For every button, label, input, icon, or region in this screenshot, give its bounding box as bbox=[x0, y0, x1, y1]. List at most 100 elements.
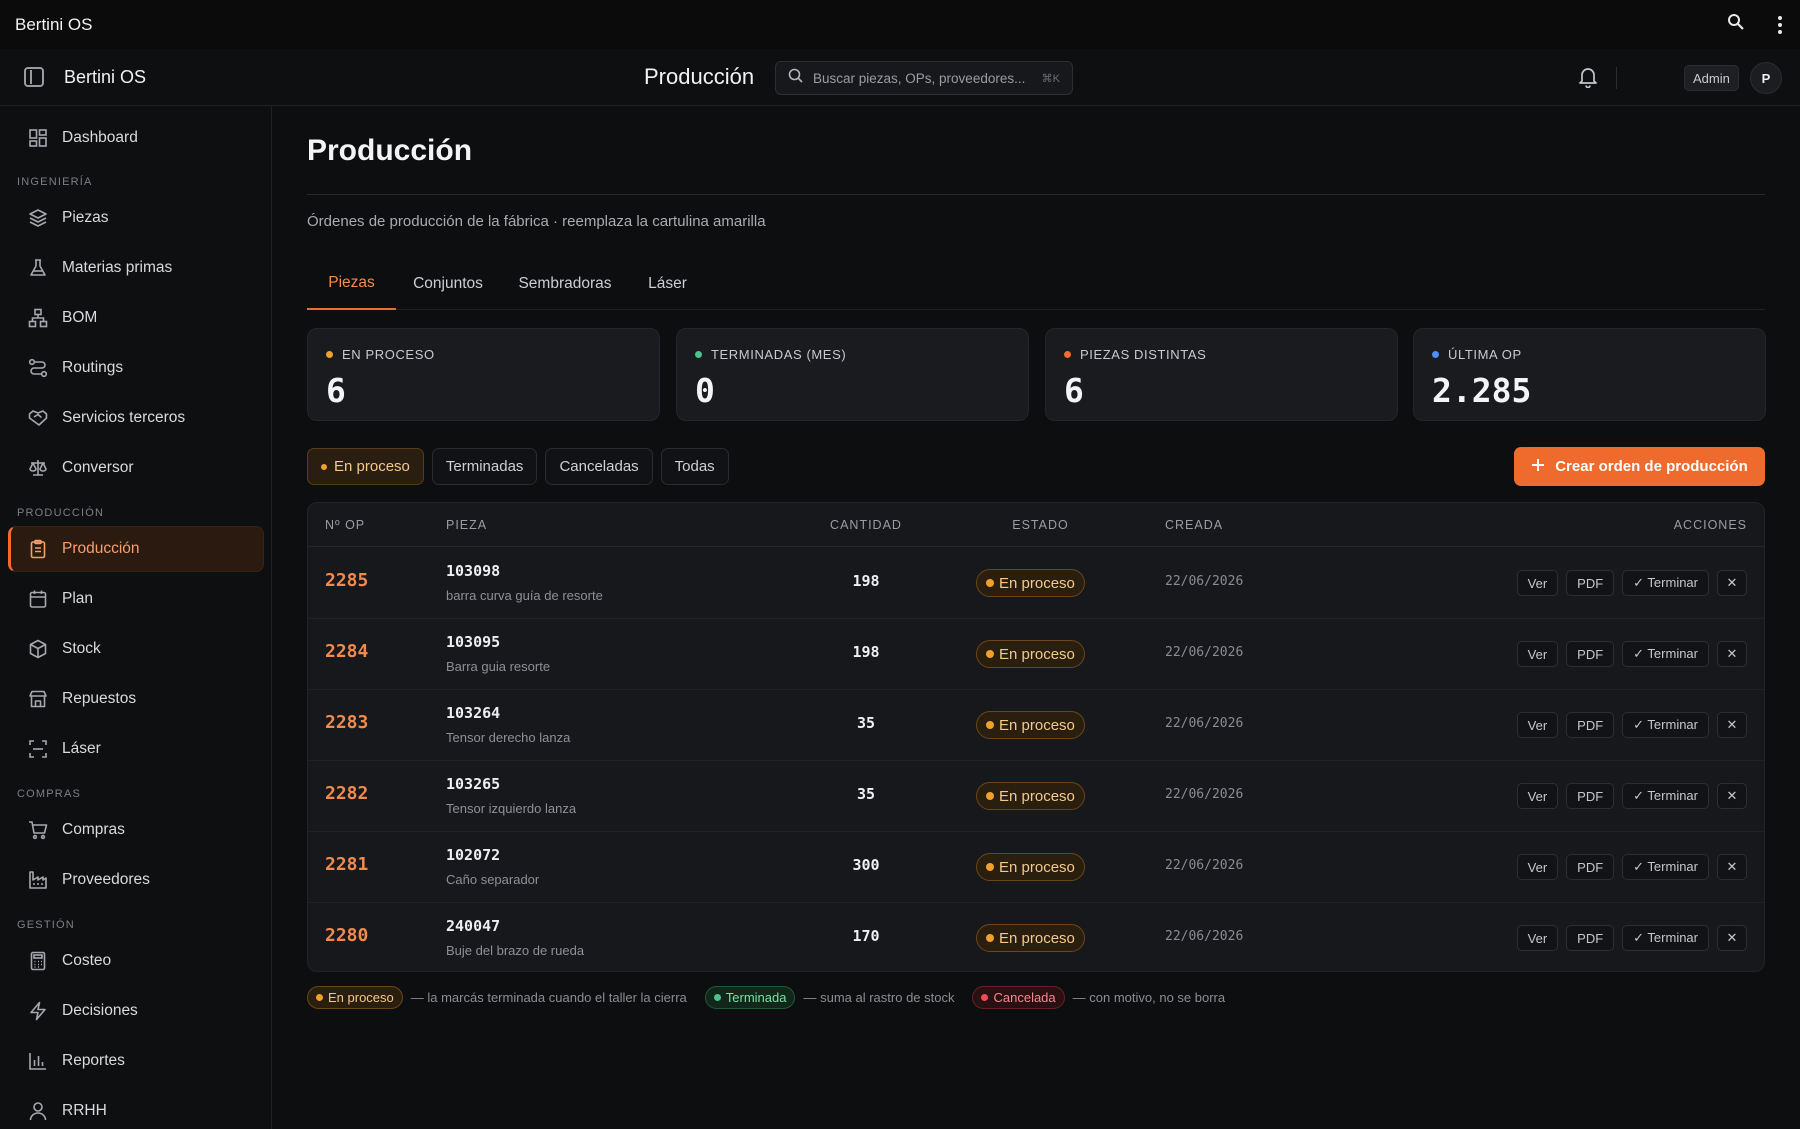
sidebar-item-rrhh[interactable]: RRHH bbox=[8, 1088, 264, 1129]
search-input[interactable] bbox=[813, 70, 1042, 86]
table-row[interactable]: 2285 103098 barra curva guía de resorte 198… bbox=[308, 548, 1764, 619]
sidebar-item-dashboard[interactable]: Dashboard bbox=[8, 115, 264, 161]
view-button[interactable]: Ver bbox=[1516, 783, 1559, 809]
piece-name: barra curva guía de resorte bbox=[446, 588, 603, 603]
pdf-button[interactable]: PDF bbox=[1566, 570, 1615, 596]
col-cantidad: CANTIDAD bbox=[830, 518, 902, 532]
view-button[interactable]: Ver bbox=[1516, 854, 1559, 880]
pdf-button[interactable]: PDF bbox=[1566, 783, 1615, 809]
page-title: Producción bbox=[307, 134, 473, 167]
search-box[interactable]: ⌘K bbox=[775, 61, 1073, 95]
sidebar-item-costeo[interactable]: Costeo bbox=[8, 938, 264, 984]
sidebar-item-bom[interactable]: BOM bbox=[8, 295, 264, 341]
piece-name: Barra guia resorte bbox=[446, 659, 551, 674]
cancel-order-button[interactable]: ✕ bbox=[1717, 712, 1747, 738]
cancel-order-button[interactable]: ✕ bbox=[1717, 641, 1747, 667]
sidebar-item-laser[interactable]: Láser bbox=[8, 726, 264, 772]
legend-text: — con motivo, no se borra bbox=[1072, 990, 1226, 1005]
sidebar-item-reportes[interactable]: Reportes bbox=[8, 1038, 264, 1084]
status-dot bbox=[981, 994, 989, 1001]
sidebar-toggle-icon[interactable] bbox=[24, 67, 44, 87]
sidebar-item-label: Producción bbox=[62, 540, 140, 557]
op-number[interactable]: 2280 bbox=[325, 925, 368, 946]
filter-terminadas[interactable]: Terminadas bbox=[431, 448, 538, 485]
piece-code: 102072 bbox=[446, 846, 501, 864]
finish-button[interactable]: ✓ Terminar bbox=[1622, 712, 1709, 738]
sidebar-item-repuestos[interactable]: Repuestos bbox=[8, 676, 264, 722]
piece-code: 103265 bbox=[446, 775, 501, 793]
table-row[interactable]: 2280 240047 Buje del brazo de rueda 170 En p… bbox=[308, 903, 1764, 971]
view-button[interactable]: Ver bbox=[1516, 641, 1559, 667]
finish-button[interactable]: ✓ Terminar bbox=[1622, 641, 1709, 667]
status-label: En proceso bbox=[999, 787, 1075, 805]
create-order-label: Crear orden de producción bbox=[1555, 458, 1748, 475]
row-actions: Ver PDF ✓ Terminar ✕ bbox=[1516, 712, 1747, 738]
role-badge: Admin bbox=[1684, 65, 1739, 91]
stat-card-en-proceso: EN PROCESO 6 bbox=[307, 328, 660, 421]
section-title-ingenieria: INGENIERÍA bbox=[17, 176, 93, 188]
handshake-icon bbox=[28, 408, 48, 428]
created-date: 22/06/2026 bbox=[1165, 858, 1244, 873]
col-estado: ESTADO bbox=[1012, 518, 1069, 532]
sidebar-item-materias-primas[interactable]: Materias primas bbox=[8, 245, 264, 291]
sidebar-item-plan[interactable]: Plan bbox=[8, 576, 264, 622]
sidebar-item-routings[interactable]: Routings bbox=[8, 345, 264, 391]
pdf-button[interactable]: PDF bbox=[1566, 641, 1615, 667]
op-number[interactable]: 2283 bbox=[325, 712, 368, 733]
view-button[interactable]: Ver bbox=[1516, 570, 1559, 596]
finish-button[interactable]: ✓ Terminar bbox=[1622, 570, 1709, 596]
sidebar-item-label: Decisiones bbox=[62, 1002, 138, 1019]
create-order-button[interactable]: Crear orden de producción bbox=[1514, 447, 1765, 486]
finish-button[interactable]: ✓ Terminar bbox=[1622, 783, 1709, 809]
filter-todas[interactable]: Todas bbox=[660, 448, 729, 485]
zoom-icon[interactable] bbox=[1727, 13, 1745, 36]
tab-laser[interactable]: Láser bbox=[630, 258, 705, 310]
table-row[interactable]: 2283 103264 Tensor derecho lanza 35 En proce… bbox=[308, 690, 1764, 761]
status-dot bbox=[986, 579, 994, 587]
stat-value: 0 bbox=[695, 371, 715, 410]
app-brand: Bertini OS bbox=[64, 67, 147, 87]
bell-icon[interactable] bbox=[1578, 66, 1598, 93]
sidebar-item-proveedores[interactable]: Proveedores bbox=[8, 857, 264, 903]
op-number[interactable]: 2281 bbox=[325, 854, 368, 875]
op-number[interactable]: 2285 bbox=[325, 570, 368, 591]
table-row[interactable]: 2284 103095 Barra guia resorte 198 En proces… bbox=[308, 619, 1764, 690]
tab-piezas[interactable]: Piezas bbox=[307, 258, 396, 310]
cancel-order-button[interactable]: ✕ bbox=[1717, 925, 1747, 951]
tab-sembradoras[interactable]: Sembradoras bbox=[500, 258, 630, 310]
table-row[interactable]: 2282 103265 Tensor izquierdo lanza 35 En pro… bbox=[308, 761, 1764, 832]
sidebar-item-decisiones[interactable]: Decisiones bbox=[8, 988, 264, 1034]
cancel-order-button[interactable]: ✕ bbox=[1717, 854, 1747, 880]
op-number[interactable]: 2284 bbox=[325, 641, 368, 662]
sidebar-item-compras[interactable]: Compras bbox=[8, 807, 264, 853]
finish-button[interactable]: ✓ Terminar bbox=[1622, 854, 1709, 880]
sidebar-item-label: Costeo bbox=[62, 952, 112, 969]
status-badge: En proceso bbox=[976, 924, 1085, 952]
filter-canceladas[interactable]: Canceladas bbox=[545, 448, 653, 485]
view-button[interactable]: Ver bbox=[1516, 925, 1559, 951]
filter-en-proceso[interactable]: En proceso bbox=[307, 448, 424, 485]
hierarchy-icon bbox=[28, 308, 48, 328]
pdf-button[interactable]: PDF bbox=[1566, 712, 1615, 738]
sidebar-item-servicios-terceros[interactable]: Servicios terceros bbox=[8, 395, 264, 441]
sidebar-item-piezas[interactable]: Piezas bbox=[8, 195, 264, 241]
sidebar-item-stock[interactable]: Stock bbox=[8, 626, 264, 672]
cancel-order-button[interactable]: ✕ bbox=[1717, 783, 1747, 809]
more-menu-icon[interactable] bbox=[1775, 15, 1785, 34]
sidebar-item-produccion[interactable]: Producción bbox=[8, 526, 264, 572]
status-dot bbox=[1064, 351, 1071, 358]
pdf-button[interactable]: PDF bbox=[1566, 854, 1615, 880]
cancel-order-button[interactable]: ✕ bbox=[1717, 570, 1747, 596]
table-row[interactable]: 2281 102072 Caño separador 300 En proceso 22/… bbox=[308, 832, 1764, 903]
pdf-button[interactable]: PDF bbox=[1566, 925, 1615, 951]
tab-conjuntos[interactable]: Conjuntos bbox=[396, 258, 500, 310]
stat-label: TERMINADAS (MES) bbox=[711, 347, 847, 362]
finish-button[interactable]: ✓ Terminar bbox=[1622, 925, 1709, 951]
op-number[interactable]: 2282 bbox=[325, 783, 368, 804]
legend-pill-label: Cancelada bbox=[993, 990, 1056, 1005]
status-label: En proceso bbox=[999, 929, 1075, 947]
view-button[interactable]: Ver bbox=[1516, 712, 1559, 738]
sidebar-item-conversor[interactable]: Conversor bbox=[8, 445, 264, 491]
sidebar-item-label: BOM bbox=[62, 309, 98, 326]
avatar[interactable]: P bbox=[1750, 62, 1782, 94]
